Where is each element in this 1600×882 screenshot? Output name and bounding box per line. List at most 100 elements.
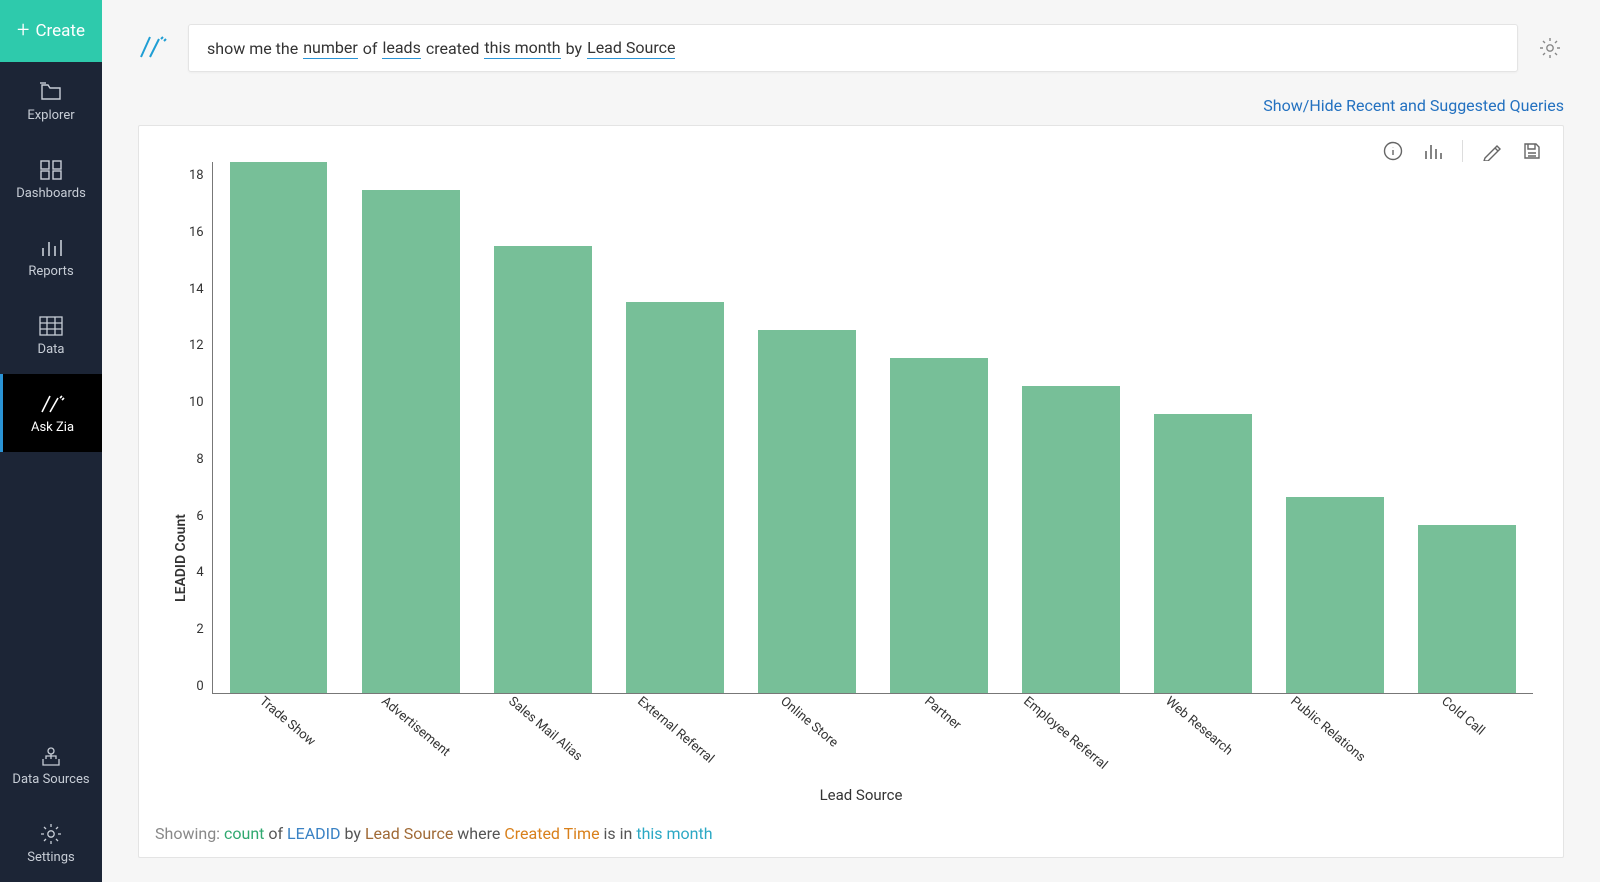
nav-label: Ask Zia bbox=[31, 420, 74, 435]
chart-body: LEADID Count 024681012141618 Trade ShowA… bbox=[139, 126, 1563, 814]
info-button[interactable] bbox=[1382, 140, 1404, 162]
create-button[interactable]: + Create bbox=[0, 0, 102, 62]
nav-label: Data Sources bbox=[12, 772, 89, 787]
y-tick: 10 bbox=[189, 395, 204, 410]
y-tick: 4 bbox=[189, 565, 204, 580]
edit-button[interactable] bbox=[1481, 140, 1503, 162]
create-label: Create bbox=[35, 21, 85, 41]
y-tick: 18 bbox=[189, 168, 204, 183]
bar-slot bbox=[477, 162, 609, 693]
bar-slot bbox=[873, 162, 1005, 693]
y-tick: 14 bbox=[189, 282, 204, 297]
bar-slot bbox=[609, 162, 741, 693]
y-tick: 6 bbox=[189, 509, 204, 524]
chart-type-button[interactable] bbox=[1422, 140, 1444, 162]
bar[interactable] bbox=[1286, 497, 1384, 693]
x-axis-ticks: Trade ShowAdvertisementSales Mail AliasE… bbox=[229, 694, 1533, 709]
zia-icon bbox=[39, 392, 67, 416]
chart-toolbar bbox=[1382, 140, 1543, 162]
bar-slot bbox=[213, 162, 345, 693]
x-tick: Partner bbox=[921, 694, 963, 733]
x-tick: Public Relations bbox=[1287, 694, 1368, 765]
x-tick: Online Store bbox=[777, 694, 840, 751]
bar-slot bbox=[1401, 162, 1533, 693]
showing-count: count bbox=[224, 824, 264, 843]
nav-label: Dashboards bbox=[16, 186, 86, 201]
toolbar-separator bbox=[1462, 140, 1463, 162]
save-button[interactable] bbox=[1521, 140, 1543, 162]
chart-card: LEADID Count 024681012141618 Trade ShowA… bbox=[138, 125, 1564, 858]
q-token-leads: leads bbox=[382, 38, 420, 59]
bar[interactable] bbox=[758, 330, 856, 693]
y-tick: 16 bbox=[189, 225, 204, 240]
bar-slot bbox=[741, 162, 873, 693]
y-axis-ticks: 0 2 4 6 8 10 12 14 16 18 bbox=[189, 162, 212, 694]
showing-summary: Showing: count of LEADID by Lead Source … bbox=[139, 814, 1563, 857]
y-axis-title: LEADID Count bbox=[169, 162, 189, 814]
showing-where: where bbox=[457, 824, 500, 843]
x-tick: Advertisement bbox=[379, 694, 453, 760]
bar[interactable] bbox=[890, 358, 988, 693]
bar-slot bbox=[1005, 162, 1137, 693]
bar[interactable] bbox=[362, 190, 460, 693]
x-tick: Employee Referral bbox=[1021, 694, 1111, 773]
data-sources-icon bbox=[37, 744, 65, 768]
sidebar-item-dashboards[interactable]: Dashboards bbox=[0, 140, 102, 218]
y-tick: 12 bbox=[189, 338, 204, 353]
nav-label: Reports bbox=[28, 264, 73, 279]
q-token-this-month: this month bbox=[484, 38, 560, 59]
showing-is-in: is in bbox=[604, 824, 633, 843]
x-tick: Sales Mail Alias bbox=[506, 694, 586, 764]
y-tick: 0 bbox=[189, 679, 204, 694]
showing-created-time: Created Time bbox=[504, 824, 599, 843]
bar[interactable] bbox=[1418, 525, 1516, 693]
q-text: of bbox=[363, 39, 378, 58]
zia-logo-icon bbox=[138, 32, 170, 64]
showing-of: of bbox=[268, 824, 283, 843]
showing-label: Showing: bbox=[155, 824, 220, 843]
bar[interactable] bbox=[626, 302, 724, 693]
sidebar-item-reports[interactable]: Reports bbox=[0, 218, 102, 296]
showing-leadid: LEADID bbox=[287, 824, 341, 843]
y-tick: 2 bbox=[189, 622, 204, 637]
nav-label: Data bbox=[38, 342, 65, 357]
explorer-icon bbox=[37, 80, 65, 104]
plus-icon: + bbox=[17, 20, 29, 42]
sidebar-item-explorer[interactable]: Explorer bbox=[0, 62, 102, 140]
y-tick: 8 bbox=[189, 452, 204, 467]
showing-lead-source: Lead Source bbox=[365, 824, 453, 843]
showing-by: by bbox=[345, 824, 361, 843]
x-tick: Web Research bbox=[1162, 694, 1235, 759]
reports-icon bbox=[37, 236, 65, 260]
q-text: created bbox=[426, 39, 480, 58]
q-token-number: number bbox=[303, 38, 358, 59]
bar[interactable] bbox=[1022, 386, 1120, 693]
x-tick: Cold Call bbox=[1438, 694, 1487, 739]
show-hide-queries-link[interactable]: Show/Hide Recent and Suggested Queries bbox=[1263, 96, 1564, 115]
showing-this-month: this month bbox=[636, 824, 712, 843]
data-icon bbox=[37, 314, 65, 338]
sidebar-item-data[interactable]: Data bbox=[0, 296, 102, 374]
bar[interactable] bbox=[1154, 414, 1252, 693]
q-token-lead-source: Lead Source bbox=[587, 38, 675, 59]
bar[interactable] bbox=[230, 162, 328, 693]
q-text: show me the bbox=[207, 39, 298, 58]
nav-label: Settings bbox=[27, 850, 74, 865]
sidebar: + Create Explorer Dashboards Reports bbox=[0, 0, 102, 882]
bar-slot bbox=[1269, 162, 1401, 693]
settings-button[interactable] bbox=[1536, 34, 1564, 62]
dashboards-icon bbox=[37, 158, 65, 182]
plot-area bbox=[212, 162, 1533, 694]
bar-slot bbox=[1137, 162, 1269, 693]
nav-label: Explorer bbox=[27, 108, 74, 123]
bar-slot bbox=[345, 162, 477, 693]
x-tick: Trade Show bbox=[257, 694, 319, 749]
x-tick: External Referral bbox=[634, 694, 716, 767]
bar[interactable] bbox=[494, 246, 592, 693]
settings-icon bbox=[37, 822, 65, 846]
sidebar-item-settings[interactable]: Settings bbox=[0, 804, 102, 882]
query-input[interactable]: show me the number of leads created this… bbox=[188, 24, 1518, 72]
main: show me the number of leads created this… bbox=[102, 0, 1600, 882]
sidebar-item-data-sources[interactable]: Data Sources bbox=[0, 726, 102, 804]
sidebar-item-ask-zia[interactable]: Ask Zia bbox=[0, 374, 102, 452]
